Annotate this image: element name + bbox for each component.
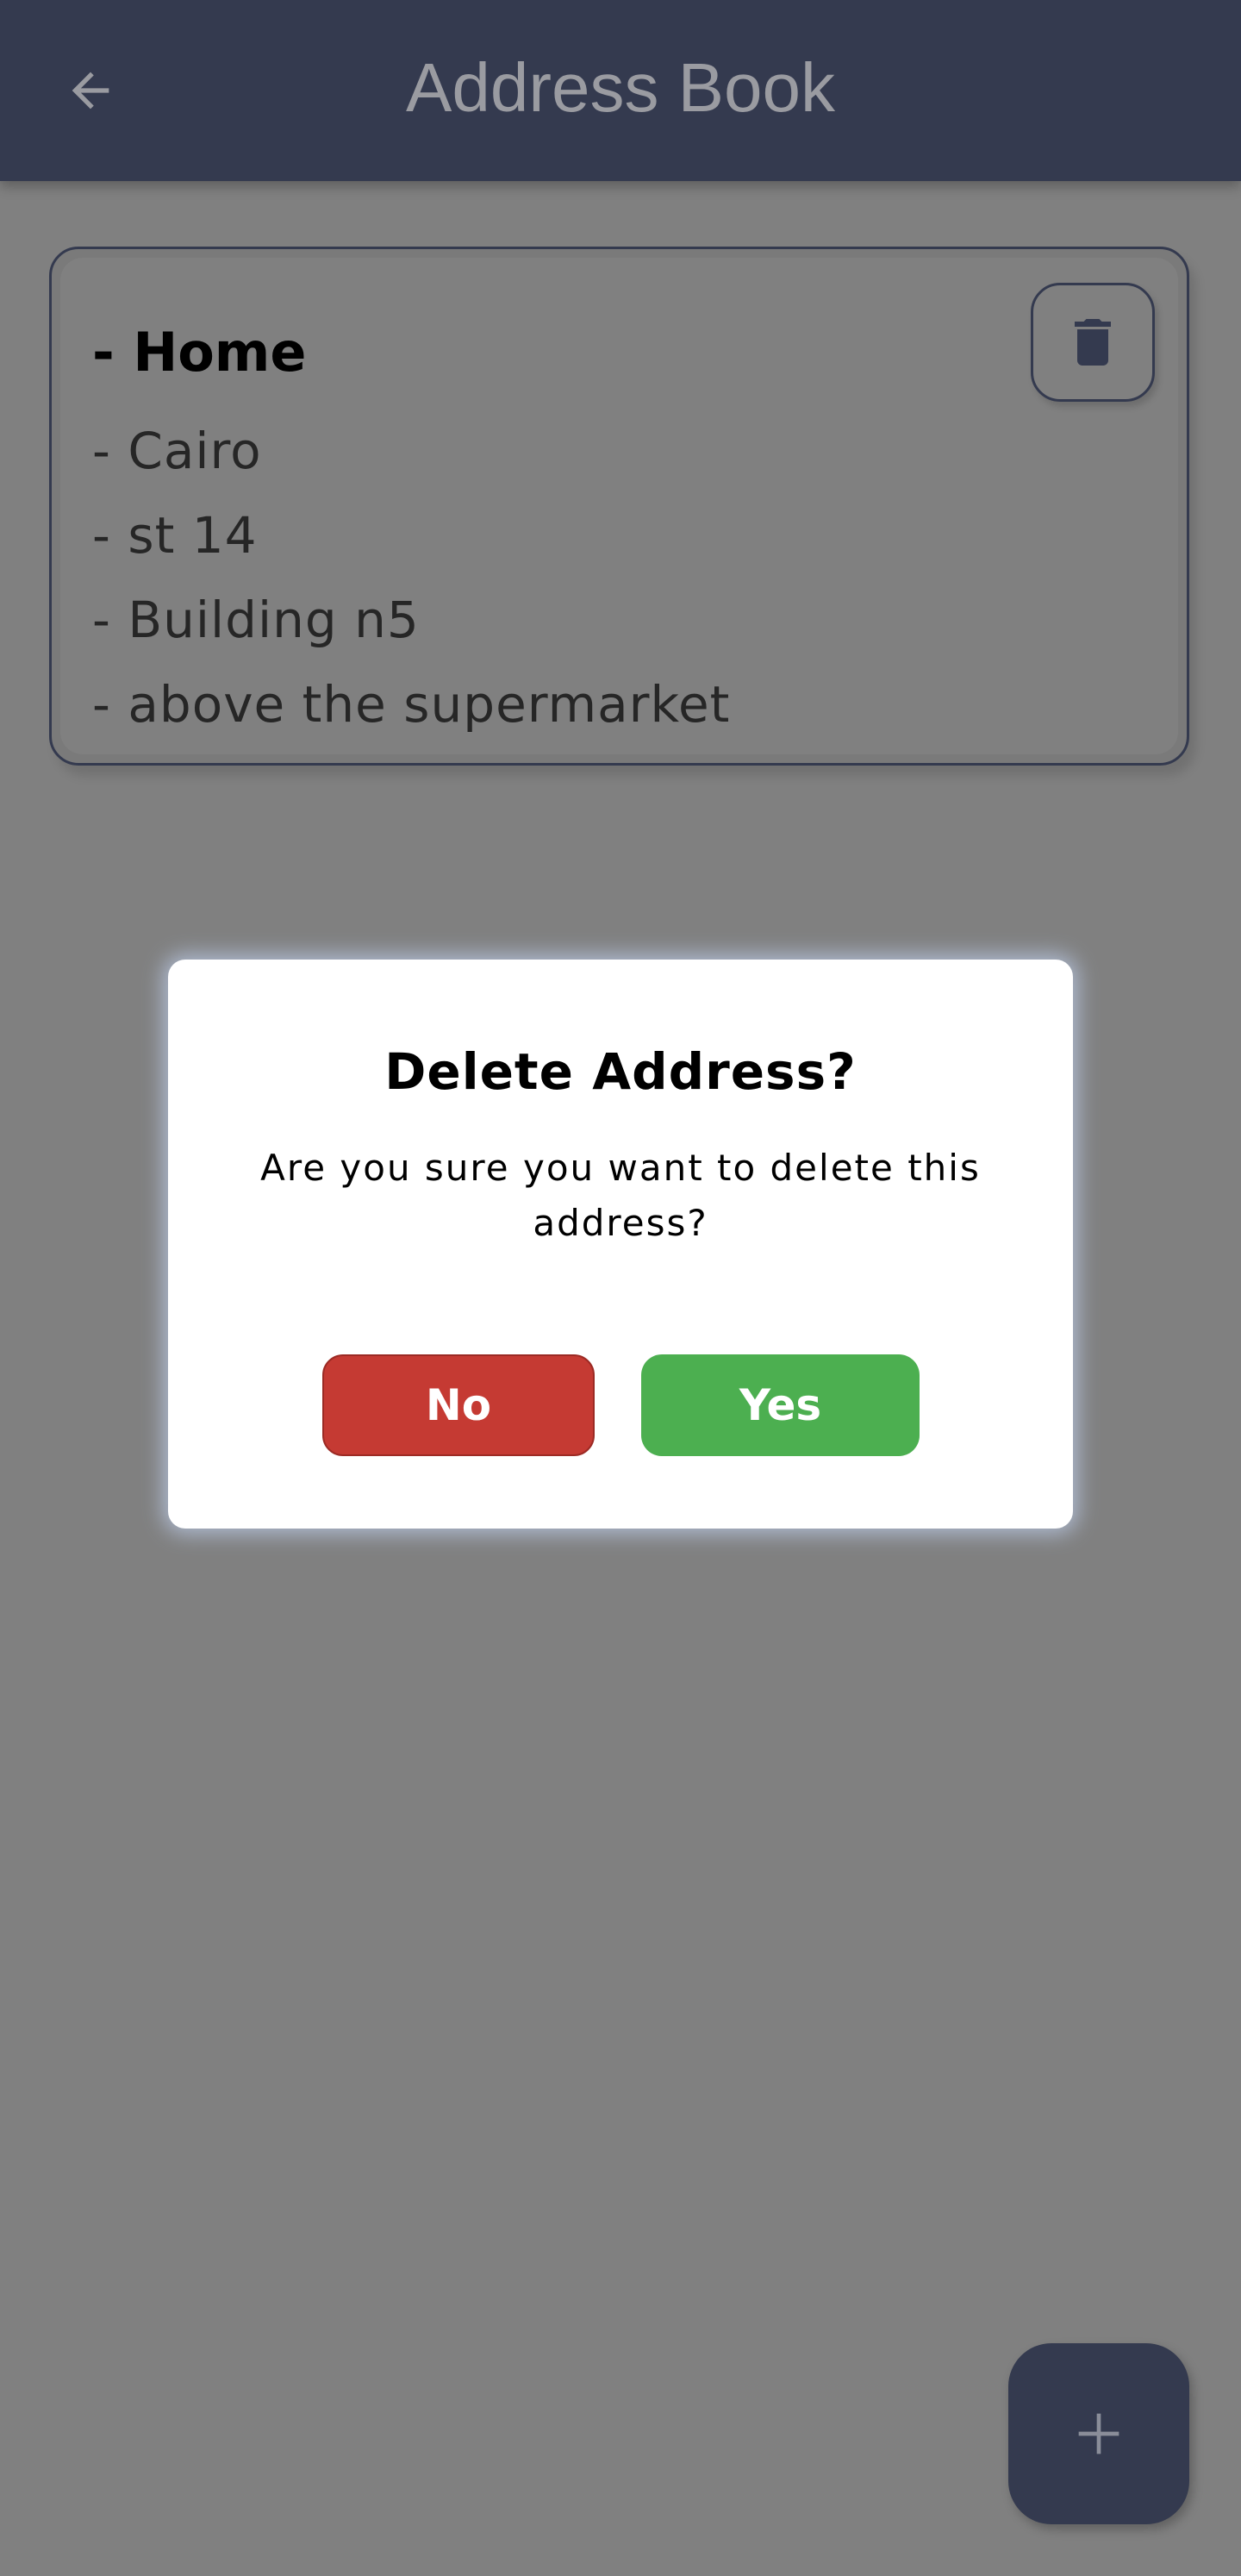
page-title: Address Book	[405, 49, 836, 126]
address-line-city: - Cairo	[92, 422, 262, 480]
app-bar: Address Book	[0, 0, 1241, 181]
no-button[interactable]: No	[322, 1354, 595, 1456]
dialog-message: Are you sure you want to delete this add…	[260, 1147, 981, 1244]
delete-address-button[interactable]	[1031, 283, 1155, 402]
address-line-building: - Building n5	[92, 591, 420, 649]
add-address-button[interactable]	[1008, 2343, 1189, 2524]
address-line-note: - above the supermarket	[92, 675, 731, 734]
address-label: - Home	[92, 321, 307, 384]
plus-icon	[1078, 2413, 1119, 2454]
trash-icon	[1075, 319, 1111, 366]
address-line-street: - st 14	[92, 506, 258, 565]
dialog-title: Delete Address?	[384, 1042, 857, 1101]
delete-confirm-dialog: Delete Address? Are you sure you want to…	[168, 960, 1073, 1529]
yes-button[interactable]: Yes	[641, 1354, 920, 1456]
address-card[interactable]: - Home - Cairo - st 14 - Building n5 - a…	[49, 247, 1189, 766]
